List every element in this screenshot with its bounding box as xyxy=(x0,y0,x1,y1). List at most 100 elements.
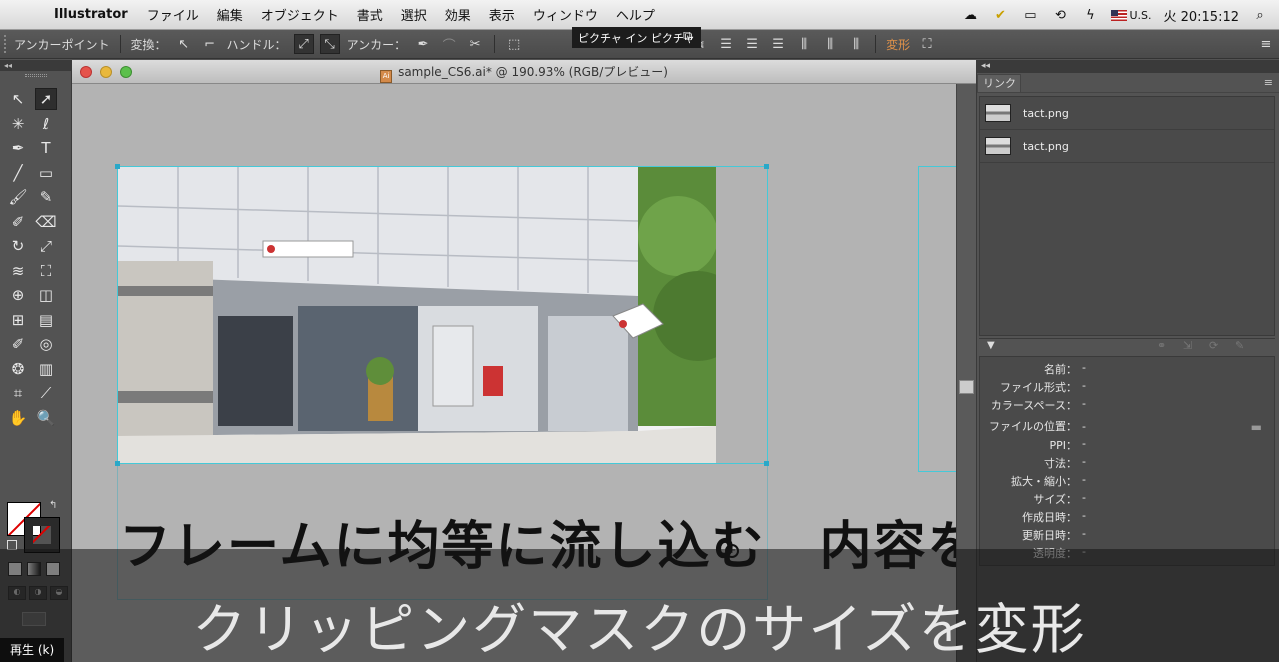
tools-panel-header[interactable]: ◂◂ xyxy=(0,60,71,71)
links-list: tact.png tact.png xyxy=(979,96,1275,336)
spotlight-search-icon[interactable]: ⌕ xyxy=(1251,6,1269,24)
show-handles-icon[interactable]: ⤢ xyxy=(293,34,314,54)
bbox-handle[interactable] xyxy=(115,461,120,466)
divider xyxy=(119,35,121,53)
control-bar-grip[interactable] xyxy=(4,35,10,53)
control-panel-menu-icon[interactable]: ≡ xyxy=(1256,34,1276,54)
relink-icon[interactable]: ⇲ xyxy=(1183,339,1192,352)
lasso-tool-icon[interactable]: ℓ xyxy=(35,113,57,135)
handle-label: ハンドル： xyxy=(226,37,287,52)
align-hleft-icon[interactable]: ⫼ xyxy=(794,34,814,54)
swap-fill-stroke-icon[interactable]: ↰ xyxy=(49,500,57,511)
mesh-tool-icon[interactable]: ⊞ xyxy=(7,309,29,331)
document-title: sample_CS6.ai* @ 190.93% (RGB/プレビュー) xyxy=(398,65,668,79)
link-info-panel: 名前： - ファイル形式： - カラースペース： - ファイルの位置： - PPI： - … xyxy=(979,356,1275,566)
clipping-group-bounding-box[interactable] xyxy=(117,166,768,464)
menu-object[interactable]: オブジェクト xyxy=(261,5,339,24)
menu-edit[interactable]: 編集 xyxy=(217,5,243,24)
menu-help[interactable]: ヘルプ xyxy=(616,5,655,24)
hand-tool-icon[interactable]: ✋ xyxy=(7,407,29,429)
edit-original-icon[interactable]: ✎ xyxy=(1235,339,1244,352)
us-flag-icon xyxy=(1111,9,1128,21)
creative-cloud-icon[interactable]: ☁ xyxy=(961,6,979,24)
menu-window[interactable]: ウィンドウ xyxy=(533,5,598,24)
menu-type[interactable]: 書式 xyxy=(357,5,383,24)
cut-path-icon[interactable]: ✂ xyxy=(465,34,485,54)
align-hright-icon[interactable]: ⫼ xyxy=(846,34,866,54)
stroke-swatch[interactable] xyxy=(25,518,59,552)
time-machine-icon[interactable]: ⟲ xyxy=(1051,6,1069,24)
tab-links[interactable]: リンク xyxy=(977,74,1021,92)
blob-brush-tool-icon[interactable]: ✐ xyxy=(7,211,29,233)
isolate-icon[interactable]: ⬚ xyxy=(504,34,524,54)
artboard-tool-icon[interactable]: ⌗ xyxy=(7,382,29,404)
convert-smooth-icon[interactable]: ⌐ xyxy=(200,34,220,54)
picture-in-picture-icon[interactable]: ⧉ xyxy=(683,29,703,47)
line-tool-icon[interactable]: ╱ xyxy=(7,162,29,184)
scale-tool-icon[interactable]: ⤢ xyxy=(35,235,57,257)
clock[interactable]: 火 20:15:12 xyxy=(1163,6,1239,25)
menu-effect[interactable]: 効果 xyxy=(445,5,471,24)
scrollbar-thumb[interactable] xyxy=(959,380,974,394)
bounding-box-icon[interactable]: ⛶ xyxy=(917,34,937,54)
symbol-sprayer-tool-icon[interactable]: ❂ xyxy=(7,358,29,380)
display-icon[interactable]: ▭ xyxy=(1021,6,1039,24)
hide-handles-icon[interactable]: ⤡ xyxy=(319,34,340,54)
transform-link[interactable]: 変形 xyxy=(886,36,910,53)
list-item[interactable]: tact.png xyxy=(980,97,1274,130)
eyedropper-tool-icon[interactable]: ✐ xyxy=(7,333,29,355)
align-top-icon[interactable]: ☰ xyxy=(716,34,736,54)
align-bottom-icon[interactable]: ☰ xyxy=(768,34,788,54)
input-source[interactable]: U.S. xyxy=(1111,8,1151,23)
rotate-tool-icon[interactable]: ↻ xyxy=(7,235,29,257)
align-hcenter-icon[interactable]: ⫼ xyxy=(820,34,840,54)
gradient-tool-icon[interactable]: ▤ xyxy=(35,309,57,331)
selection-tool-icon[interactable]: ➚ xyxy=(35,88,57,110)
info-row: サイズ： - xyxy=(1033,491,1086,506)
pencil-tool-icon[interactable]: ✎ xyxy=(35,186,57,208)
folder-icon[interactable]: ▬ xyxy=(1251,420,1262,434)
bolt-icon[interactable]: ϟ xyxy=(1081,6,1099,24)
menu-file[interactable]: ファイル xyxy=(147,5,199,24)
perspective-grid-tool-icon[interactable]: ◫ xyxy=(35,284,57,306)
relink-from-cc-icon[interactable]: ⚭ xyxy=(1157,339,1166,352)
pen-tool-icon[interactable]: ✒ xyxy=(7,137,29,159)
direct-selection-tool-icon[interactable]: ↖ xyxy=(7,88,29,110)
connect-anchor-icon[interactable]: ⌒ xyxy=(439,34,459,54)
menu-bar: Illustrator ファイル 編集 オブジェクト 書式 選択 効果 表示 ウ… xyxy=(0,0,1279,30)
app-menu[interactable]: Illustrator xyxy=(54,7,128,22)
shape-builder-tool-icon[interactable]: ⊕ xyxy=(7,284,29,306)
warp-tool-icon[interactable]: ≋ xyxy=(7,260,29,282)
eraser-tool-icon[interactable]: ⌫ xyxy=(35,211,57,233)
type-tool-icon[interactable]: T xyxy=(35,137,57,159)
menu-view[interactable]: 表示 xyxy=(489,5,515,24)
link-thumbnail xyxy=(985,104,1011,122)
slice-tool-icon[interactable]: ⟋ xyxy=(35,382,57,404)
adjacent-frame-bounding-box[interactable] xyxy=(918,166,956,472)
info-row: ファイル形式： - xyxy=(1000,379,1086,394)
bbox-handle[interactable] xyxy=(115,164,120,169)
panel-menu-icon[interactable]: ≡ xyxy=(1264,76,1273,89)
zoom-tool-icon[interactable]: 🔍 xyxy=(35,407,57,429)
paintbrush-tool-icon[interactable]: 🖌 xyxy=(7,186,29,208)
blend-tool-icon[interactable]: ◎ xyxy=(35,333,57,355)
document-titlebar[interactable]: Ai sample_CS6.ai* @ 190.93% (RGB/プレビュー) xyxy=(72,60,976,84)
link-thumbnail xyxy=(985,137,1011,155)
show-info-toggle-icon[interactable]: ▼ xyxy=(987,340,995,351)
free-transform-tool-icon[interactable]: ⛶ xyxy=(35,260,57,282)
remove-anchor-icon[interactable]: ✒ xyxy=(413,34,433,54)
align-vcenter-icon[interactable]: ☰ xyxy=(742,34,762,54)
list-item[interactable]: tact.png xyxy=(980,130,1274,163)
update-link-icon[interactable]: ⟳ xyxy=(1209,339,1218,352)
rectangle-tool-icon[interactable]: ▭ xyxy=(35,162,57,184)
info-row: 拡大・縮小： - xyxy=(1011,473,1086,488)
menu-select[interactable]: 選択 xyxy=(401,5,427,24)
links-panel-header[interactable]: ◂◂ xyxy=(977,60,1279,73)
norton-check-icon[interactable]: ✔ xyxy=(991,6,1009,24)
convert-corner-icon[interactable]: ↖ xyxy=(174,34,194,54)
bbox-handle[interactable] xyxy=(764,461,769,466)
magic-wand-tool-icon[interactable]: ✳ xyxy=(7,113,29,135)
column-graph-tool-icon[interactable]: ▥ xyxy=(35,358,57,380)
tools-panel-grip[interactable] xyxy=(25,74,47,77)
bbox-handle[interactable] xyxy=(764,164,769,169)
